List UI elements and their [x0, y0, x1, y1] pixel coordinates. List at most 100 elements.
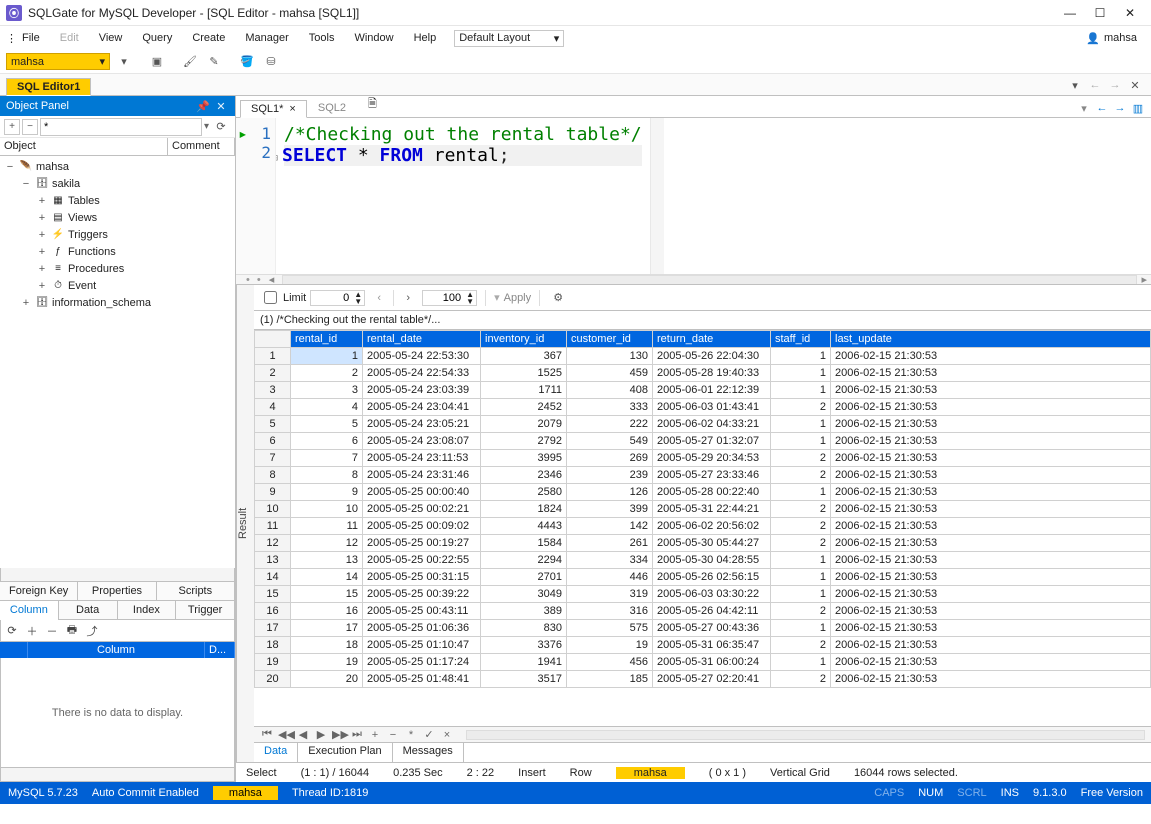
- cell[interactable]: 1: [771, 484, 831, 501]
- run-icon[interactable]: ▣: [147, 52, 167, 72]
- cell[interactable]: 2005-05-24 23:11:53: [363, 450, 481, 467]
- nav-add-icon[interactable]: +: [368, 729, 382, 741]
- table-row[interactable]: 14142005-05-25 00:31:1527014462005-05-26…: [255, 569, 1151, 586]
- close-button[interactable]: ✕: [1115, 3, 1145, 23]
- row-header[interactable]: 20: [255, 671, 291, 688]
- cell[interactable]: 2005-05-31 22:44:21: [653, 501, 771, 518]
- result-h-scrollbar[interactable]: [466, 730, 1145, 740]
- nav-remove-icon[interactable]: −: [386, 729, 400, 741]
- nav-forward-icon[interactable]: →: [1111, 99, 1129, 117]
- cell[interactable]: 2005-05-25 01:17:24: [363, 654, 481, 671]
- close-icon[interactable]: ×: [289, 103, 295, 115]
- new-tab-button[interactable]: 🗎: [357, 92, 388, 117]
- cell[interactable]: 2: [291, 365, 363, 382]
- tree-node-functions[interactable]: +ƒFunctions: [0, 243, 235, 260]
- cell[interactable]: 8: [291, 467, 363, 484]
- menu-window[interactable]: Window: [344, 29, 403, 47]
- cell[interactable]: 2: [771, 501, 831, 518]
- cell[interactable]: 1: [291, 348, 363, 365]
- run-arrow-icon[interactable]: ▸: [238, 124, 248, 143]
- cell[interactable]: 2005-05-28 19:40:33: [653, 365, 771, 382]
- cell[interactable]: 2: [771, 467, 831, 484]
- row-header[interactable]: 7: [255, 450, 291, 467]
- cell[interactable]: 2006-02-15 21:30:53: [831, 433, 1151, 450]
- table-row[interactable]: 10102005-05-25 00:02:2118243992005-05-31…: [255, 501, 1151, 518]
- cell[interactable]: 2005-05-25 00:39:22: [363, 586, 481, 603]
- nav-next-icon[interactable]: ▶: [314, 728, 328, 741]
- table-row[interactable]: 12122005-05-25 00:19:2715842612005-05-30…: [255, 535, 1151, 552]
- row-header[interactable]: 19: [255, 654, 291, 671]
- cell[interactable]: 2005-05-25 00:09:02: [363, 518, 481, 535]
- cell[interactable]: 2006-02-15 21:30:53: [831, 467, 1151, 484]
- cell[interactable]: 2701: [481, 569, 567, 586]
- menu-manager[interactable]: Manager: [235, 29, 298, 47]
- connection-select[interactable]: mahsa ▾: [6, 53, 110, 70]
- cell[interactable]: 2006-02-15 21:30:53: [831, 535, 1151, 552]
- cell[interactable]: 319: [567, 586, 653, 603]
- apply-button[interactable]: Apply: [504, 292, 532, 304]
- cell[interactable]: 2: [771, 535, 831, 552]
- tab-close-icon[interactable]: ✕: [1125, 75, 1145, 95]
- col-staff_id[interactable]: staff_id: [771, 331, 831, 348]
- cell[interactable]: 2005-05-25 00:22:55: [363, 552, 481, 569]
- result-tab-data[interactable]: Data: [254, 743, 298, 762]
- tab-data[interactable]: Data: [58, 600, 118, 620]
- cell[interactable]: 6: [291, 433, 363, 450]
- code-area[interactable]: /*Checking out the rental table*/ ⊟SELEC…: [276, 118, 650, 274]
- table-row[interactable]: 332005-05-24 23:03:3917114082005-06-01 2…: [255, 382, 1151, 399]
- refresh-icon[interactable]: ⟳: [3, 622, 21, 640]
- cell[interactable]: 2005-05-25 00:02:21: [363, 501, 481, 518]
- row-header[interactable]: 12: [255, 535, 291, 552]
- table-row[interactable]: 992005-05-25 00:00:4025801262005-05-28 0…: [255, 484, 1151, 501]
- bucket-icon[interactable]: 🪣: [237, 52, 257, 72]
- cell[interactable]: 239: [567, 467, 653, 484]
- cell[interactable]: 2005-05-24 23:08:07: [363, 433, 481, 450]
- limit-value-box[interactable]: ▲▼: [310, 290, 365, 306]
- menu-edit[interactable]: Edit: [50, 29, 89, 47]
- page-prev-icon[interactable]: ‹: [369, 288, 389, 308]
- nav-back-icon[interactable]: ←: [1093, 99, 1111, 117]
- cell[interactable]: 126: [567, 484, 653, 501]
- cell[interactable]: 3517: [481, 671, 567, 688]
- print-icon[interactable]: 🖶: [63, 622, 81, 640]
- cell[interactable]: 446: [567, 569, 653, 586]
- chevron-down-icon[interactable]: ▾: [204, 121, 209, 132]
- cell[interactable]: 2005-05-24 23:04:41: [363, 399, 481, 416]
- row-header[interactable]: 9: [255, 484, 291, 501]
- spinner-icon[interactable]: ▲▼: [354, 291, 362, 305]
- cell[interactable]: 2346: [481, 467, 567, 484]
- table-row[interactable]: 442005-05-24 23:04:4124523332005-06-03 0…: [255, 399, 1151, 416]
- tree-node-triggers[interactable]: +⚡Triggers: [0, 226, 235, 243]
- nav-cancel-icon[interactable]: ×: [440, 729, 454, 741]
- cell[interactable]: 3995: [481, 450, 567, 467]
- tree-node-procedures[interactable]: +≡Procedures: [0, 260, 235, 277]
- cell[interactable]: 3049: [481, 586, 567, 603]
- cell[interactable]: 7: [291, 450, 363, 467]
- cell[interactable]: 2: [771, 450, 831, 467]
- cell[interactable]: 2: [771, 399, 831, 416]
- cell[interactable]: 549: [567, 433, 653, 450]
- row-header[interactable]: 10: [255, 501, 291, 518]
- cell[interactable]: 2005-05-24 23:31:46: [363, 467, 481, 484]
- cell[interactable]: 2006-02-15 21:30:53: [831, 569, 1151, 586]
- dropdown-icon[interactable]: ▾: [114, 52, 134, 72]
- refresh-icon[interactable]: ⟳: [211, 117, 231, 137]
- table-row[interactable]: 20202005-05-25 01:48:4135171852005-05-27…: [255, 671, 1151, 688]
- row-header[interactable]: 4: [255, 399, 291, 416]
- cell[interactable]: 12: [291, 535, 363, 552]
- result-tab-messages[interactable]: Messages: [393, 743, 464, 762]
- cell[interactable]: 1: [771, 654, 831, 671]
- layout-icon[interactable]: ▥: [1129, 99, 1147, 117]
- cell[interactable]: 2005-05-27 02:20:41: [653, 671, 771, 688]
- editor-h-scrollbar[interactable]: [282, 275, 1137, 285]
- cell[interactable]: 399: [567, 501, 653, 518]
- table-row[interactable]: 15152005-05-25 00:39:2230493192005-06-03…: [255, 586, 1151, 603]
- nav-edit-icon[interactable]: *: [404, 729, 418, 741]
- cell[interactable]: 2: [771, 671, 831, 688]
- row-header[interactable]: 18: [255, 637, 291, 654]
- col-last_update[interactable]: last_update: [831, 331, 1151, 348]
- row-header[interactable]: 14: [255, 569, 291, 586]
- result-tab-execplan[interactable]: Execution Plan: [298, 743, 392, 762]
- cell[interactable]: 2005-05-24 23:03:39: [363, 382, 481, 399]
- add-icon[interactable]: ＋: [23, 622, 41, 640]
